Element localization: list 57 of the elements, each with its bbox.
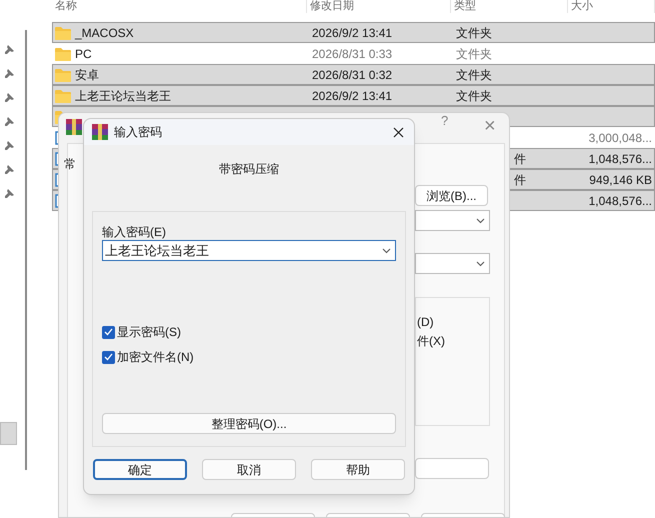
file-size: 1,048,576... xyxy=(588,152,652,166)
file-name: _MACOSX xyxy=(75,24,134,42)
organize-passwords-button[interactable]: 整理密码(O)... xyxy=(102,413,396,434)
field-label: 输入密码(E) xyxy=(102,224,167,240)
chevron-icon xyxy=(476,218,485,224)
column-header[interactable]: 名称 xyxy=(52,0,307,13)
browse-button[interactable]: 浏览(B)... xyxy=(415,185,488,206)
checkbox-label: 加密文件名(N) xyxy=(117,349,194,366)
checkbox-label: 显示密码(S) xyxy=(117,324,181,341)
pin-icon[interactable] xyxy=(4,189,14,199)
folder-icon xyxy=(55,88,71,102)
file-type: 件 xyxy=(514,152,526,166)
file-row[interactable]: 上老王论坛当老王 2026/9/2 13:41 文件夹 xyxy=(52,85,655,106)
archive-icon xyxy=(92,124,108,140)
file-type: 文件夹 xyxy=(456,26,492,40)
pin-icon[interactable] xyxy=(4,93,14,103)
dialog-heading: 带密码压缩 xyxy=(219,161,279,178)
dialog-button[interactable]: 确定 xyxy=(93,459,187,480)
chevron-icon xyxy=(382,248,391,254)
file-size: 1,048,576... xyxy=(588,194,652,208)
modified-date: 2026/8/31 0:33 xyxy=(312,46,392,60)
chevron-icon xyxy=(476,260,485,266)
checkbox[interactable] xyxy=(102,326,115,338)
file-type: 件 xyxy=(514,172,526,186)
dialog-button[interactable]: 帮助 xyxy=(311,459,405,480)
password-field[interactable]: 上老王论坛当老王 xyxy=(102,240,396,261)
file-row[interactable]: _MACOSX 2026/9/2 13:41 文件夹 xyxy=(52,22,655,43)
folder-icon xyxy=(55,46,71,60)
column-header[interactable]: 修改日期 xyxy=(307,0,451,13)
pin-icon[interactable] xyxy=(4,117,14,127)
modified-date: 2026/8/31 0:32 xyxy=(312,68,392,82)
checkbox[interactable] xyxy=(102,350,115,364)
folder-icon xyxy=(55,26,71,40)
option-label[interactable]: 件(X) xyxy=(417,332,445,350)
file-type: 文件夹 xyxy=(456,88,492,102)
file-size: 949,146 KB xyxy=(589,172,652,186)
tab-label[interactable]: 常 xyxy=(64,155,76,173)
dialog-button[interactable]: 取消 xyxy=(202,459,296,480)
column-header[interactable]: 类型 xyxy=(451,0,568,13)
pin-icon[interactable] xyxy=(4,165,14,175)
pin-icon[interactable] xyxy=(4,141,14,151)
archive-icon xyxy=(66,119,82,135)
pin-icon[interactable] xyxy=(4,69,14,79)
window-title: 输入密码 xyxy=(114,124,163,141)
file-name: 上老王论坛当老王 xyxy=(75,88,171,104)
column-header[interactable]: 大小 xyxy=(568,0,655,13)
modified-date: 2026/9/2 13:41 xyxy=(312,26,392,40)
file-type: 文件夹 xyxy=(456,68,492,82)
option-label[interactable]: (D) xyxy=(417,313,434,331)
file-name: PC xyxy=(75,46,92,62)
file-size: 3,000,048... xyxy=(588,130,652,144)
file-row[interactable]: 安卓 2026/8/31 0:32 文件夹 xyxy=(52,64,655,85)
file-type: 文件夹 xyxy=(456,46,492,60)
folder-icon xyxy=(55,68,71,82)
modified-date: 2026/9/2 13:41 xyxy=(312,88,392,102)
pin-icon[interactable] xyxy=(4,45,14,55)
file-name: 安卓 xyxy=(75,66,99,84)
